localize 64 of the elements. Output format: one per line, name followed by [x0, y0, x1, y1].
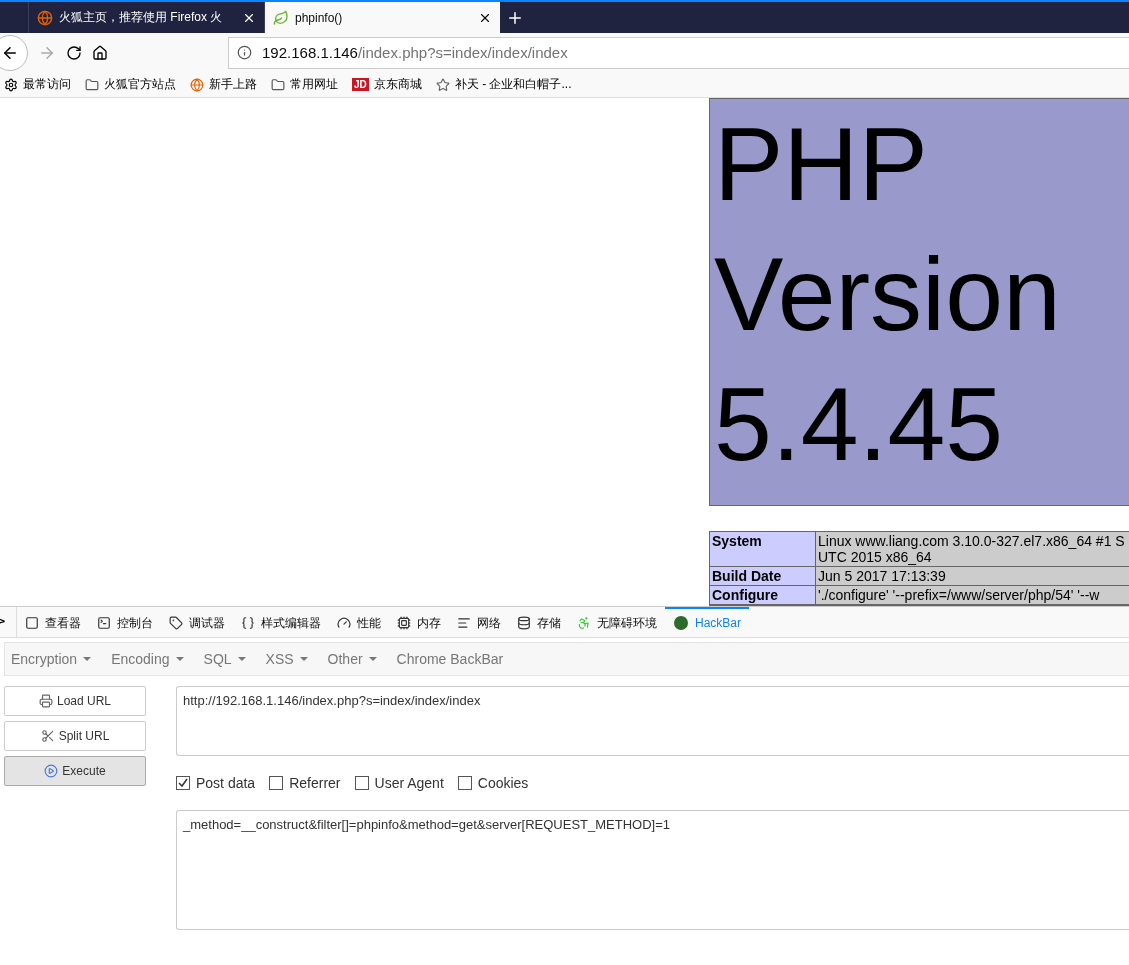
post-data-field[interactable]: _method=__construct&filter[]=phpinfo&method=get&server[REQUEST_METHOD]=1	[176, 810, 1129, 930]
table-cell: System	[710, 532, 816, 567]
devtools-tab[interactable]: 控制台	[117, 614, 153, 632]
reload-icon[interactable]	[66, 44, 82, 61]
url-host: 192.168.1.146	[262, 44, 358, 61]
table-cell: './configure' '--prefix=/www/server/php/54' '--w	[816, 586, 1129, 605]
devtools-tab[interactable]: 性能	[357, 614, 381, 632]
devtools-tab[interactable]: 样式编辑器	[261, 614, 321, 632]
info-icon[interactable]	[237, 45, 252, 60]
globe-icon	[37, 9, 53, 26]
menu-item[interactable]: Chrome BackBar	[396, 651, 504, 667]
hackbar-button[interactable]: Split URL	[4, 721, 146, 751]
back-button[interactable]	[0, 34, 28, 71]
table-cell: Linux www.liang.com 3.10.0-327.el7.x86_64 #1 S UTC 2015 x86_64	[816, 532, 1129, 567]
bookmark-link[interactable]: 常用网址	[290, 76, 338, 93]
devtools-tab[interactable]: 调试器	[189, 614, 225, 632]
bookmark-link[interactable]: 最常访问	[23, 76, 71, 93]
php-version-header: PHP Version 5.4.45	[709, 98, 1129, 506]
globe-icon	[190, 77, 204, 92]
menu-item[interactable]: XSS	[265, 651, 308, 667]
devtools-tab[interactable]: 内存	[417, 614, 441, 632]
folder-icon	[85, 77, 99, 92]
bookmark-link[interactable]: 补天 - 企业和白帽子...	[454, 76, 572, 93]
accessibility-icon	[577, 616, 591, 630]
star-icon	[435, 77, 450, 92]
jd-logo: JD	[352, 78, 369, 91]
checkbox[interactable]	[457, 776, 472, 790]
gear-icon	[4, 77, 18, 92]
bookmark-link[interactable]: 京东商城	[373, 76, 422, 93]
devtools-tab[interactable]: 无障碍环境	[597, 614, 657, 632]
table-cell: Configure	[710, 586, 816, 605]
checkbox[interactable]	[354, 776, 369, 790]
table-cell: Build Date	[710, 567, 816, 586]
bookmark-link[interactable]: 新手上路	[209, 76, 257, 93]
checkbox[interactable]	[269, 776, 284, 790]
checkbox[interactable]	[176, 776, 190, 790]
devtools-tab[interactable]: HackBar	[695, 616, 741, 630]
console-icon	[97, 616, 111, 630]
hackbar-button[interactable]: Execute	[4, 756, 146, 786]
leaf-icon	[273, 9, 289, 26]
checkbox-label: Referrer	[289, 775, 341, 791]
home-icon[interactable]	[92, 44, 108, 61]
hackbar-logo-icon	[673, 615, 689, 631]
devtools-tab[interactable]: 网络	[477, 614, 501, 632]
menu-item[interactable]: Encoding	[111, 651, 184, 667]
bookmark-link[interactable]: 火狐官方站点	[104, 76, 176, 93]
menu-item[interactable]: Encryption	[11, 651, 92, 667]
play-icon	[44, 764, 59, 778]
url-path: /index.php?s=index/index/index	[357, 44, 568, 61]
url-field[interactable]: http://192.168.1.146/index.php?s=index/index/index	[176, 686, 1129, 756]
folder-icon	[271, 77, 285, 92]
devtools-tab[interactable]: 存储	[537, 614, 561, 632]
checkbox-label: Cookies	[477, 775, 529, 791]
hackbar-button[interactable]: Load URL	[4, 686, 146, 716]
table-cell: Jun 5 2017 17:13:39	[816, 567, 1129, 586]
menu-item[interactable]: Other	[327, 651, 377, 667]
menu-item[interactable]: SQL	[203, 651, 246, 667]
printer-icon	[38, 694, 53, 708]
checkbox-label: User Agent	[374, 775, 444, 791]
checkbox-label: Post data	[196, 775, 256, 791]
devtools-tab[interactable]: 查看器	[45, 614, 81, 632]
browser-tab[interactable]: phpinfo()	[264, 2, 500, 33]
address-bar[interactable]: 192.168.1.146/index.php?s=index/index/index	[228, 36, 1129, 69]
scissors-icon	[40, 729, 55, 743]
